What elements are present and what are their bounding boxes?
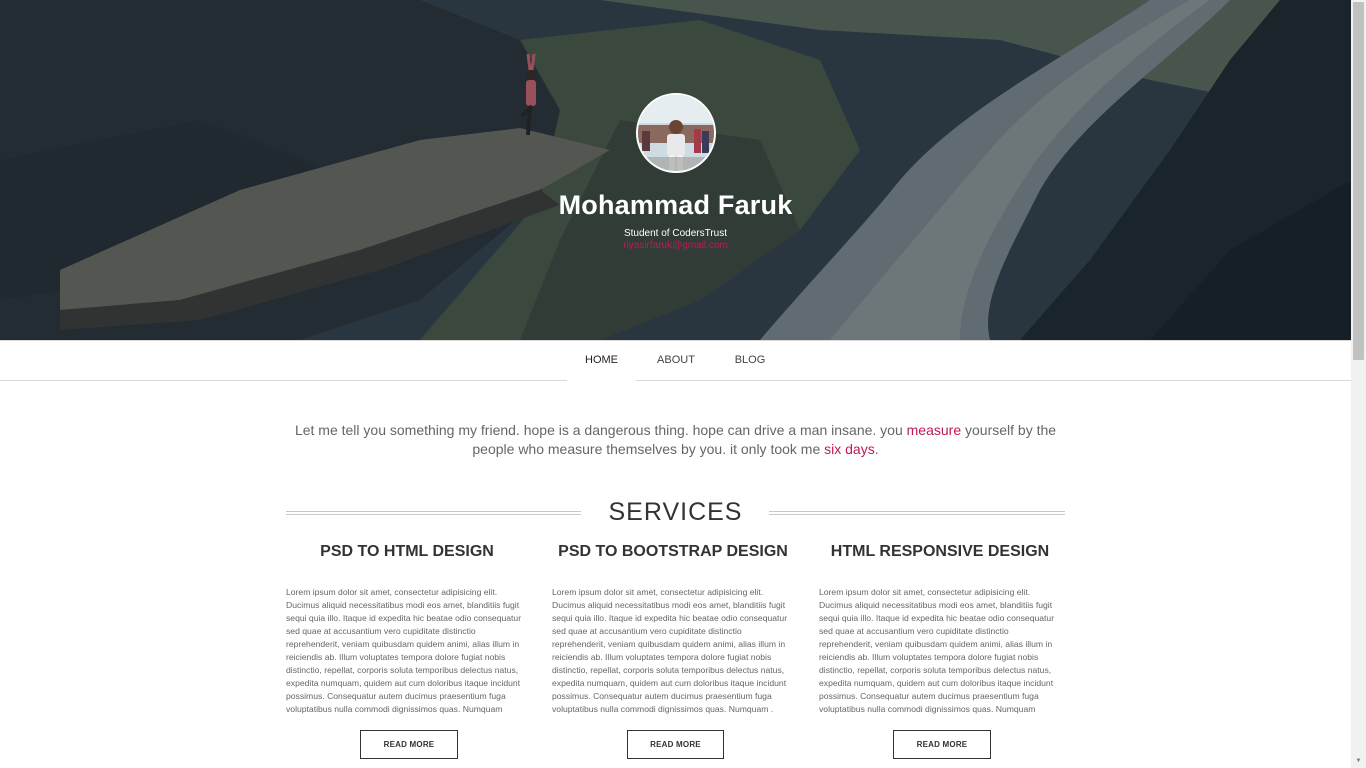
- service-card: HTML RESPONSIVE DESIGN Lorem ipsum dolor…: [819, 540, 1061, 759]
- read-more-button[interactable]: READ MORE: [893, 730, 991, 759]
- page-scrollbar[interactable]: ▲ ▼: [1351, 0, 1366, 768]
- service-description: Lorem ipsum dolor sit amet, consectetur …: [552, 587, 788, 714]
- profile-role: Student of CodersTrust: [623, 228, 727, 239]
- service-card: PSD TO HTML DESIGN Lorem ipsum dolor sit…: [286, 540, 528, 759]
- profile-email-wrap: riyasirfaruk@gmail.com: [0, 240, 1351, 251]
- service-title: PSD TO BOOTSTRAP DESIGN: [558, 543, 788, 560]
- scroll-down-arrow-icon[interactable]: ▼: [1351, 754, 1366, 768]
- scrollbar-thumb[interactable]: [1353, 2, 1364, 360]
- intro-quote: Let me tell you something my friend. hop…: [290, 421, 1061, 459]
- quote-text-1: Let me tell you something my friend. hop…: [294, 422, 907, 438]
- nav-item-home[interactable]: HOME: [567, 341, 636, 382]
- profile-photo-icon: [638, 95, 714, 171]
- quote-highlight-six-days: six days: [824, 441, 875, 457]
- service-title: HTML RESPONSIVE DESIGN: [830, 543, 1050, 560]
- read-more-button[interactable]: READ MORE: [360, 730, 458, 759]
- main-nav: HOME ABOUT BLOG: [0, 340, 1351, 382]
- quote-text-3: .: [874, 441, 879, 457]
- nav-item-about[interactable]: ABOUT: [645, 341, 707, 380]
- profile-name: Mohammad Faruk: [558, 190, 793, 220]
- read-more-button[interactable]: READ MORE: [627, 730, 724, 759]
- profile-email-link[interactable]: riyasirfaruk@gmail.com: [623, 240, 728, 251]
- quote-highlight-measure: measure: [906, 422, 962, 438]
- service-description: Lorem ipsum dolor sit amet, consectetur …: [286, 587, 522, 714]
- services-rule-right: [769, 511, 1065, 515]
- service-card: PSD TO BOOTSTRAP DESIGN Lorem ipsum dolo…: [552, 540, 794, 759]
- nav-item-blog[interactable]: BLOG: [722, 341, 778, 380]
- service-title: PSD TO HTML DESIGN: [320, 543, 494, 560]
- service-description: Lorem ipsum dolor sit amet, consectetur …: [819, 587, 1055, 714]
- hero-banner: Mohammad Faruk Student of CodersTrust ri…: [0, 0, 1351, 340]
- avatar: [636, 93, 716, 173]
